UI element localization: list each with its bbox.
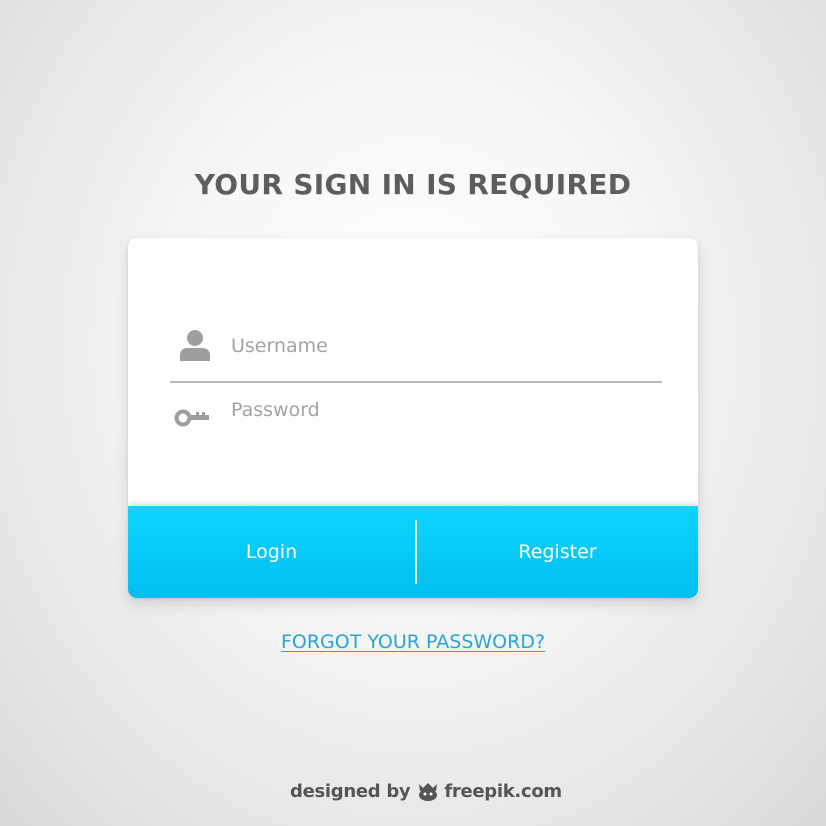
login-card: Login Register [128,238,698,598]
login-button[interactable]: Login [128,506,415,598]
action-bar: Login Register [128,506,698,598]
user-icon [180,330,210,361]
register-button[interactable]: Register [417,506,698,598]
page-title: YOUR SIGN IN IS REQUIRED [194,168,632,201]
credit-brand: freepik.com [444,780,562,802]
forgot-password-link[interactable]: FORGOT YOUR PASSWORD? [0,629,826,655]
credit-prefix: designed by [290,780,411,802]
username-field [170,323,662,383]
freepik-logo-icon [419,783,438,801]
password-input[interactable] [231,399,631,421]
username-input[interactable] [231,335,631,357]
designer-credit: designed by freepik.com [290,778,562,804]
password-field [170,390,662,440]
key-icon [174,409,209,427]
